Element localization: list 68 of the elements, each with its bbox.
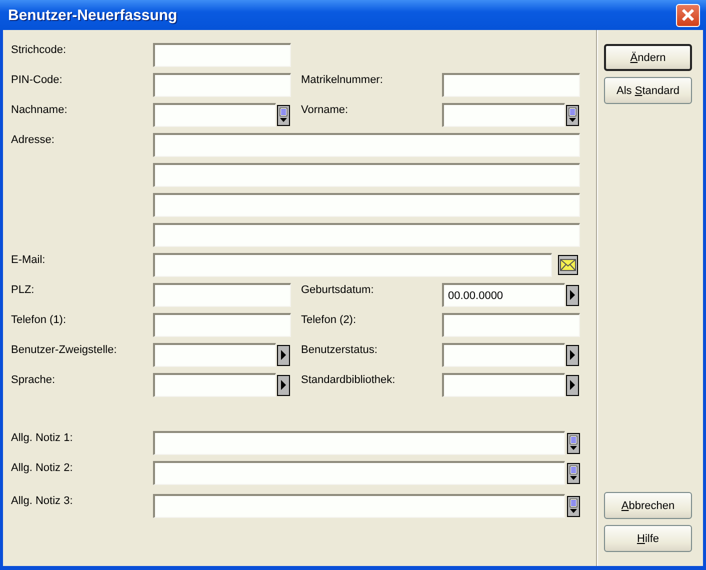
list-icon bbox=[569, 435, 578, 451]
field-label: PIN-Code: bbox=[11, 73, 64, 86]
field-label: Adresse: bbox=[11, 133, 56, 146]
field-label: Vorname: bbox=[301, 103, 350, 116]
input-field[interactable] bbox=[153, 103, 276, 127]
input-field[interactable] bbox=[153, 223, 580, 247]
list-icon bbox=[568, 107, 577, 123]
input-field[interactable] bbox=[442, 343, 565, 367]
input-field[interactable] bbox=[153, 133, 580, 157]
triangle-icon bbox=[569, 289, 576, 301]
input-field[interactable] bbox=[442, 103, 565, 127]
field-label: Allg. Notiz 3: bbox=[11, 494, 74, 507]
envelope-icon bbox=[560, 259, 576, 271]
dialog-button[interactable]: Als Standard bbox=[604, 77, 692, 104]
list-button[interactable] bbox=[567, 432, 580, 454]
triangle-icon bbox=[280, 349, 287, 361]
input-field[interactable] bbox=[153, 163, 580, 187]
input-field[interactable] bbox=[153, 373, 276, 397]
dialog-button[interactable]: Hilfe bbox=[604, 525, 692, 552]
list-button[interactable] bbox=[567, 496, 580, 516]
field-label: E-Mail: bbox=[11, 253, 46, 266]
triangle-icon bbox=[280, 379, 287, 391]
dropdown-button[interactable] bbox=[566, 284, 579, 306]
dialog-button[interactable]: Ändern bbox=[604, 44, 692, 71]
dropdown-button[interactable] bbox=[566, 344, 579, 366]
dropdown-button[interactable] bbox=[277, 344, 290, 366]
dropdown-button[interactable] bbox=[566, 374, 579, 396]
input-field[interactable] bbox=[442, 73, 580, 97]
input-field[interactable] bbox=[153, 431, 566, 455]
field-label: Matrikelnummer: bbox=[301, 73, 384, 86]
list-button[interactable] bbox=[567, 462, 580, 484]
field-label: Sprache: bbox=[11, 373, 56, 386]
close-button[interactable] bbox=[676, 4, 700, 26]
field-label: Benutzer-Zweigstelle: bbox=[11, 343, 118, 356]
input-field[interactable] bbox=[153, 73, 291, 97]
field-label: Telefon (2): bbox=[301, 313, 358, 326]
field-label: Standardbibliothek: bbox=[301, 373, 396, 386]
input-field[interactable] bbox=[153, 343, 276, 367]
input-field[interactable]: 00.00.0000 bbox=[442, 283, 565, 307]
dropdown-button[interactable] bbox=[277, 374, 290, 396]
email-button[interactable] bbox=[558, 255, 578, 275]
window-title: Benutzer-Neuerfassung bbox=[8, 6, 178, 24]
field-label: Strichcode: bbox=[11, 43, 68, 56]
list-button[interactable] bbox=[277, 104, 290, 126]
triangle-icon bbox=[569, 349, 576, 361]
list-icon bbox=[279, 107, 288, 123]
input-field[interactable] bbox=[153, 494, 566, 518]
field-label: PLZ: bbox=[11, 283, 36, 296]
field-label: Allg. Notiz 1: bbox=[11, 431, 74, 444]
list-icon bbox=[569, 498, 578, 514]
triangle-icon bbox=[569, 379, 576, 391]
field-label: Benutzerstatus: bbox=[301, 343, 378, 356]
close-icon bbox=[681, 8, 695, 22]
input-field[interactable] bbox=[153, 193, 580, 217]
field-label: Telefon (1): bbox=[11, 313, 68, 326]
input-field[interactable] bbox=[153, 461, 566, 485]
list-icon bbox=[569, 465, 578, 481]
list-button[interactable] bbox=[566, 104, 579, 126]
field-label: Allg. Notiz 2: bbox=[11, 461, 74, 474]
input-field[interactable] bbox=[153, 283, 291, 307]
input-field[interactable] bbox=[153, 313, 291, 337]
field-label: Geburtsdatum: bbox=[301, 283, 375, 296]
input-field[interactable] bbox=[442, 373, 565, 397]
input-field[interactable] bbox=[442, 313, 580, 337]
field-label: Nachname: bbox=[11, 103, 68, 116]
input-field[interactable] bbox=[153, 253, 552, 277]
input-field[interactable] bbox=[153, 43, 291, 67]
dialog-button[interactable]: Abbrechen bbox=[604, 492, 692, 519]
